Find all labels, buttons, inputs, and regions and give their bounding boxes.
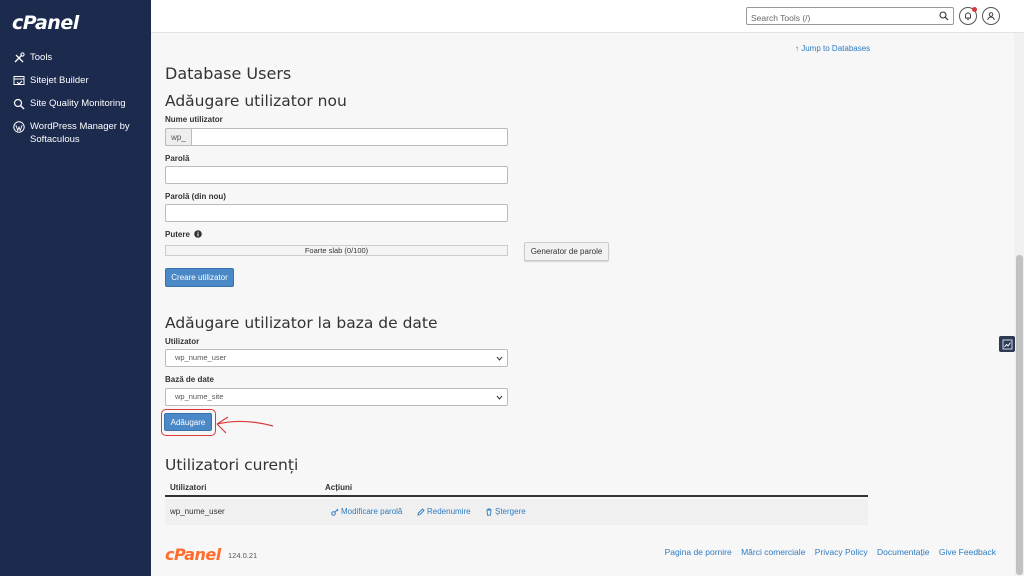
password-field[interactable] bbox=[165, 166, 508, 184]
sitejet-icon bbox=[13, 75, 25, 87]
pencil-icon bbox=[417, 507, 425, 516]
username-field[interactable] bbox=[165, 128, 508, 146]
top-bar bbox=[151, 0, 1024, 33]
strength-label: Putere bbox=[165, 230, 190, 239]
trash-icon bbox=[486, 508, 492, 516]
strength-label-row: Putere bbox=[165, 230, 202, 239]
footer-cpanel-logo[interactable]: cPanel bbox=[165, 545, 221, 564]
add-user-to-db-button[interactable]: Adăugare bbox=[164, 413, 212, 431]
footer-link-home[interactable]: Pagina de pornire bbox=[665, 547, 732, 557]
current-users-heading: Utilizatori curenți bbox=[165, 456, 299, 474]
password-again-field[interactable] bbox=[165, 204, 508, 222]
users-table-header: Utilizatori Acțiuni bbox=[165, 480, 868, 497]
footer-links: Pagina de pornire Mărci comerciale Priva… bbox=[658, 547, 996, 557]
key-icon bbox=[331, 508, 339, 516]
annotation-arrow-icon bbox=[216, 416, 274, 434]
sidebar-item-label: WordPress Manager by Softaculous bbox=[30, 121, 130, 145]
user-icon bbox=[987, 12, 995, 21]
footer-link-documentation[interactable]: Documentație bbox=[877, 547, 929, 557]
add-to-db-heading: Adăugare utilizator la baza de date bbox=[165, 314, 438, 332]
page-title: Database Users bbox=[165, 64, 292, 83]
magnifier-icon bbox=[13, 98, 25, 110]
sidebar: cPanel Tools Sitejet Builder Site Qualit… bbox=[0, 0, 151, 576]
change-password-link[interactable]: Modificare parolă bbox=[331, 507, 402, 516]
database-select-value: wp_nume_site bbox=[175, 392, 224, 401]
user-menu-button[interactable] bbox=[982, 7, 1000, 25]
search-box bbox=[746, 7, 954, 26]
search-input[interactable] bbox=[747, 10, 932, 26]
footer-link-give-feedback[interactable]: Give Feedback bbox=[939, 547, 996, 557]
arrow-up-icon: ↑ bbox=[795, 44, 799, 53]
search-icon[interactable] bbox=[939, 11, 949, 21]
stats-widget-button[interactable] bbox=[999, 336, 1015, 352]
footer-link-privacy-policy[interactable]: Privacy Policy bbox=[815, 547, 868, 557]
footer-link-trademarks[interactable]: Mărci comerciale bbox=[741, 547, 805, 557]
password-generator-button[interactable]: Generator de parole bbox=[524, 242, 609, 261]
user-select[interactable]: wp_nume_user bbox=[165, 349, 508, 367]
user-select-value: wp_nume_user bbox=[175, 353, 227, 362]
tools-icon bbox=[13, 52, 25, 64]
bell-icon bbox=[965, 12, 971, 20]
password-label: Parolă bbox=[165, 154, 190, 163]
sidebar-item-wordpress-manager[interactable]: WordPress Manager by Softaculous bbox=[0, 117, 151, 149]
chevron-down-icon bbox=[496, 395, 503, 400]
user-select-label: Utilizator bbox=[165, 337, 200, 346]
chevron-down-icon bbox=[496, 356, 503, 361]
username-prefix: wp_ bbox=[165, 128, 192, 146]
table-row: wp_nume_user Modificare parolă Redenumir… bbox=[165, 499, 868, 525]
sidebar-nav: Tools Sitejet Builder Site Quality Monit… bbox=[0, 48, 151, 153]
version-number: 124.0.21 bbox=[228, 551, 258, 560]
column-header-users: Utilizatori bbox=[170, 483, 207, 492]
sidebar-item-label: Site Quality Monitoring bbox=[30, 98, 126, 109]
sidebar-item-label: Sitejet Builder bbox=[30, 75, 89, 86]
scrollbar-thumb[interactable] bbox=[1016, 255, 1023, 575]
notifications-button[interactable] bbox=[959, 7, 977, 25]
sidebar-item-tools[interactable]: Tools bbox=[0, 48, 151, 67]
database-select[interactable]: wp_nume_site bbox=[165, 388, 508, 406]
username-label: Nume utilizator bbox=[165, 115, 223, 124]
password-strength-meter: Foarte slab (0/100) bbox=[165, 245, 508, 256]
notification-badge bbox=[972, 7, 977, 12]
password-again-label: Parolă (din nou) bbox=[165, 192, 226, 201]
jump-to-databases-link[interactable]: ↑ Jump to Databases bbox=[795, 44, 870, 53]
chart-icon bbox=[1002, 339, 1012, 349]
column-header-actions: Acțiuni bbox=[325, 483, 353, 492]
wordpress-icon bbox=[13, 121, 25, 133]
delete-link[interactable]: Ștergere bbox=[485, 507, 526, 516]
rename-link[interactable]: Redenumire bbox=[417, 507, 471, 516]
create-user-button[interactable]: Creare utilizator bbox=[165, 268, 234, 287]
add-user-heading: Adăugare utilizator nou bbox=[165, 92, 347, 110]
sidebar-item-site-quality-monitoring[interactable]: Site Quality Monitoring bbox=[0, 94, 151, 113]
strength-value: Foarte slab (0/100) bbox=[304, 246, 369, 255]
info-icon[interactable] bbox=[194, 230, 202, 238]
cpanel-logo[interactable]: cPanel bbox=[12, 12, 79, 34]
sidebar-item-label: Tools bbox=[30, 52, 53, 63]
sidebar-item-sitejet-builder[interactable]: Sitejet Builder bbox=[0, 71, 151, 90]
db-select-label: Bază de date bbox=[165, 375, 214, 384]
user-cell: wp_nume_user bbox=[170, 507, 225, 516]
